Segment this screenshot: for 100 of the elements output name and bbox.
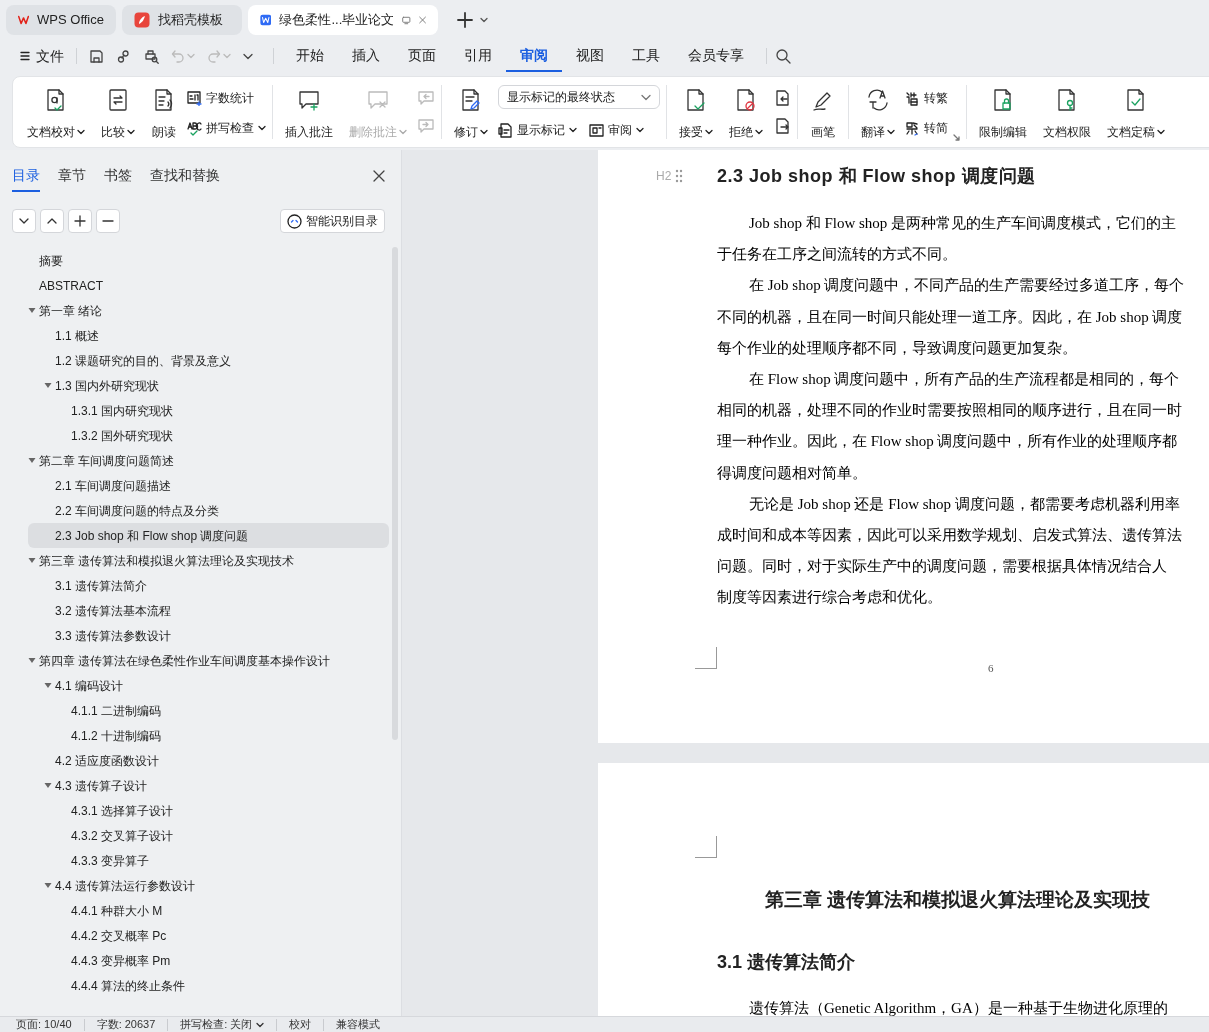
ribbon-tab[interactable]: 工具 — [618, 40, 674, 72]
ribbon-tab[interactable]: 开始 — [282, 40, 338, 72]
outline-item[interactable]: 4.3.2 交叉算子设计 — [28, 823, 389, 848]
outline-item[interactable]: 第三章 遗传算法和模拟退火算法理论及实现技术 — [28, 548, 389, 573]
outline-item[interactable]: 1.2 课题研究的目的、背景及意义 — [28, 348, 389, 373]
new-tab-icon[interactable] — [456, 11, 474, 29]
caret-icon — [887, 129, 895, 135]
expanded-triangle-icon[interactable] — [44, 882, 52, 889]
panel-tab[interactable]: 查找和替换 — [150, 160, 220, 192]
body-text-line: 成时间和成本等因素，因此可以采用数学规划、启发式算法、遗传算法 — [717, 526, 1182, 546]
outline-item[interactable]: ABSTRACT — [28, 273, 389, 298]
ribbon-tab[interactable]: 会员专享 — [674, 40, 758, 72]
key-document-button[interactable]: 文档权限 — [1037, 83, 1097, 141]
document-tab[interactable]: 找稻壳模板 — [122, 5, 242, 35]
markup-display-dropdown[interactable]: 显示标记的最终状态 — [498, 85, 660, 109]
outline-item[interactable]: 2.1 车间调度问题描述 — [28, 473, 389, 498]
outline-item[interactable]: 第一章 绪论 — [28, 298, 389, 323]
outline-item[interactable]: 3.2 遗传算法基本流程 — [28, 598, 389, 623]
outline-item[interactable]: 4.4.3 变异概率 Pm — [28, 948, 389, 973]
outline-item[interactable]: 1.3 国内外研究现状 — [28, 373, 389, 398]
traditional-char-button[interactable]: 转简 — [905, 119, 948, 137]
comment-add-button[interactable]: 插入批注 — [279, 83, 339, 141]
close-icon[interactable] — [373, 170, 385, 182]
outline-item[interactable]: 2.2 车间调度问题的特点及分类 — [28, 498, 389, 523]
outline-item[interactable]: 4.3 遗传算子设计 — [28, 773, 389, 798]
panel-tab[interactable]: 章节 — [58, 160, 86, 192]
compare-button[interactable]: 比较 — [95, 83, 141, 141]
ribbon-tab[interactable]: 审阅 — [506, 40, 562, 72]
show-markup-icon — [498, 122, 513, 138]
outline-item[interactable]: 4.3.3 变异算子 — [28, 848, 389, 873]
drag-handle-icon[interactable] — [675, 169, 684, 183]
expanded-triangle-icon[interactable] — [28, 457, 36, 464]
smart-toc-button[interactable]: 智能识别目录 — [280, 209, 385, 233]
word-count-icon — [187, 90, 202, 106]
leaf-app-icon — [134, 12, 150, 28]
expanded-triangle-icon[interactable] — [28, 557, 36, 564]
search-icon[interactable] — [775, 48, 791, 64]
caret-icon — [1157, 129, 1165, 135]
more-caret-icon[interactable] — [243, 52, 253, 60]
outline-item[interactable]: 3.1 遗传算法简介 — [28, 573, 389, 598]
ribbon-tab[interactable]: 插入 — [338, 40, 394, 72]
outline-item[interactable]: 4.1.1 二进制编码 — [28, 698, 389, 723]
outline-item[interactable]: 4.1.2 十进制编码 — [28, 723, 389, 748]
outline-item[interactable]: 1.1 概述 — [28, 323, 389, 348]
outline-item[interactable]: 4.4.2 交叉概率 Pc — [28, 923, 389, 948]
monitor-icon[interactable] — [402, 14, 411, 26]
panel-tab[interactable]: 目录 — [12, 160, 40, 192]
ribbon-tab[interactable]: 引用 — [450, 40, 506, 72]
outline-item[interactable]: 1.3.2 国外研究现状 — [28, 423, 389, 448]
outline-item[interactable]: 第二章 车间调度问题简述 — [28, 448, 389, 473]
outline-item[interactable]: 4.3.1 选择算子设计 — [28, 798, 389, 823]
body-text-line: Job shop 和 Flow shop 是两种常见的生产车间调度模式，它们的主 — [749, 214, 1177, 233]
outline-item[interactable]: 1.3.1 国内研究现状 — [28, 398, 389, 423]
previous-change-icon[interactable] — [773, 89, 791, 107]
word-count-button[interactable]: 字数统计 — [187, 89, 266, 107]
plus-button[interactable] — [68, 209, 92, 233]
reject-button[interactable]: 拒绝 — [723, 83, 769, 141]
caret-icon — [705, 129, 713, 135]
link-icon[interactable] — [116, 48, 131, 64]
panel-tab[interactable]: 书签 — [104, 160, 132, 192]
pen-button[interactable]: 画笔 — [804, 83, 842, 141]
outline-item[interactable]: 4.1 编码设计 — [28, 673, 389, 698]
lock-document-button[interactable]: 限制编辑 — [973, 83, 1033, 141]
finalize-document-button[interactable]: 文档定稿 — [1101, 83, 1171, 141]
minus-button[interactable] — [96, 209, 120, 233]
spell-check-icon — [187, 120, 202, 136]
expanded-triangle-icon[interactable] — [28, 307, 36, 314]
ribbon-tab[interactable]: 视图 — [562, 40, 618, 72]
accept-button[interactable]: 接受 — [673, 83, 719, 141]
show-markup-button[interactable]: 显示标记 — [498, 121, 577, 139]
next-change-icon[interactable] — [773, 117, 791, 135]
document-tab[interactable]: 绿色柔性...毕业论文 — [248, 5, 438, 35]
spell-check-status[interactable]: 拼写检查: 关闭 — [180, 1019, 265, 1030]
expanded-triangle-icon[interactable] — [44, 382, 52, 389]
read-aloud-button[interactable]: 朗读 — [145, 83, 183, 141]
section-heading: 3.1 遗传算法简介 — [717, 951, 856, 974]
outline-item[interactable]: 4.2 适应度函数设计 — [28, 748, 389, 773]
print-preview-icon[interactable] — [143, 48, 159, 64]
file-menu[interactable]: 文件 — [20, 45, 64, 67]
dialog-launcher-icon[interactable] — [953, 134, 960, 141]
track-changes-button[interactable]: 修订 — [448, 83, 494, 141]
status-text: 页面: 10/40 — [16, 1019, 72, 1030]
proofread-button[interactable]: 文档校对 — [21, 83, 91, 141]
expanded-triangle-icon[interactable] — [28, 657, 36, 664]
outline-item[interactable]: 第四章 遗传算法在绿色柔性作业车间调度基本操作设计 — [28, 648, 389, 673]
outline-item[interactable]: 2.3 Job shop 和 Flow shop 调度问题 — [28, 523, 389, 548]
translate-button[interactable]: 翻译 — [855, 83, 901, 141]
outline-item[interactable]: 4.4.4 算法的终止条件 — [28, 973, 389, 998]
outline-item[interactable]: 3.3 遗传算法参数设计 — [28, 623, 389, 648]
document-tab[interactable]: WPS Office — [6, 5, 116, 35]
review-pane-button[interactable]: 审阅 — [589, 121, 644, 139]
ribbon-tab[interactable]: 页面 — [394, 40, 450, 72]
spell-check-button[interactable]: 拼写检查 — [187, 119, 266, 137]
expanded-triangle-icon[interactable] — [44, 782, 52, 789]
simplified-char-button[interactable]: 转繁 — [905, 89, 948, 107]
save-icon[interactable] — [89, 48, 104, 64]
expanded-triangle-icon[interactable] — [44, 682, 52, 689]
outline-item[interactable]: 摘要 — [28, 248, 389, 273]
outline-item[interactable]: 4.4.1 种群大小 M — [28, 898, 389, 923]
outline-item[interactable]: 4.4 遗传算法运行参数设计 — [28, 873, 389, 898]
